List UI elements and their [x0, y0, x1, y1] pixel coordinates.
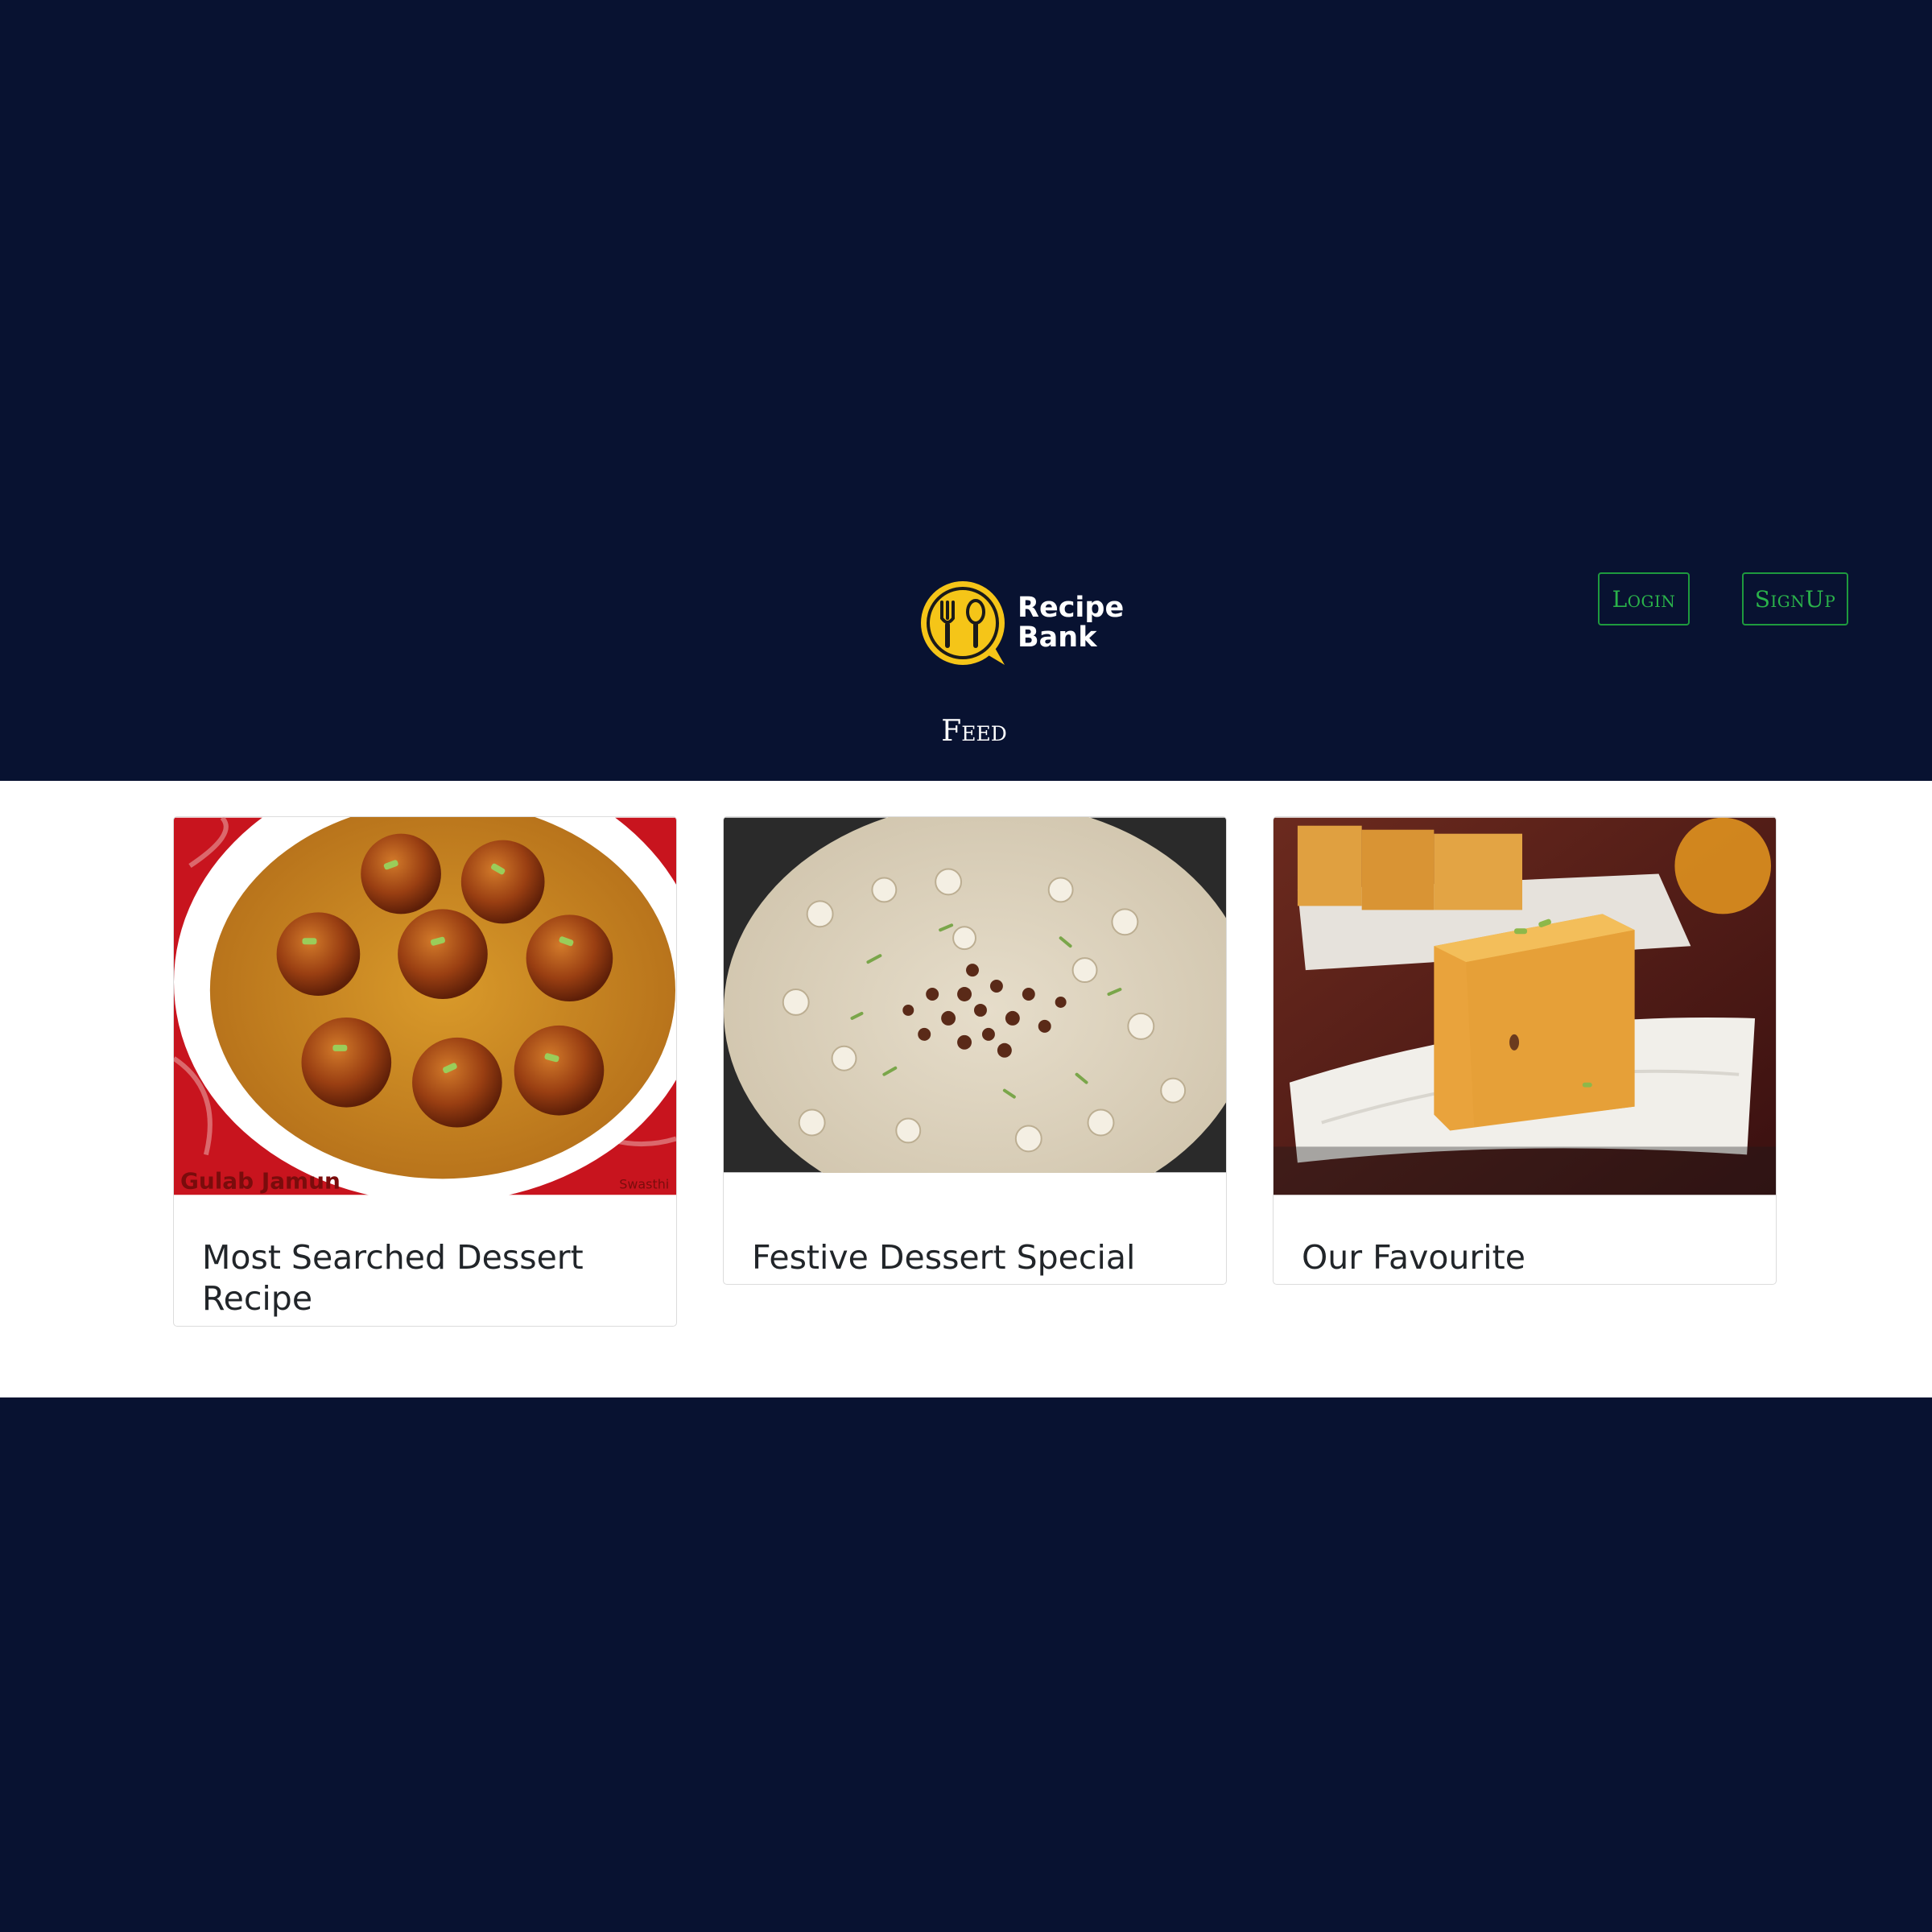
nav-feed-link[interactable]: Feed [926, 715, 1022, 748]
recipe-card[interactable]: Our Favourite [1273, 816, 1777, 1285]
image-watermark: Swasthi [619, 1176, 669, 1191]
fork-spoon-logo-icon [921, 581, 1005, 665]
site-logo[interactable]: Recipe Bank [918, 576, 1127, 670]
logo-line-1: Recipe [1018, 592, 1125, 624]
feed-content: Gulab Jamun Swasthi Most Searched Desser… [0, 781, 1932, 1397]
card-title[interactable]: Most Searched Dessert Recipe [202, 1237, 652, 1319]
logo-line-2: Bank [1018, 621, 1097, 654]
recipe-card[interactable]: Festive Dessert Special [723, 816, 1227, 1285]
mysore-pak-image[interactable] [1274, 817, 1776, 1195]
card-title[interactable]: Our Favourite [1302, 1237, 1752, 1278]
image-caption: Gulab Jamun [180, 1167, 341, 1194]
signup-button[interactable]: SignUp [1742, 572, 1848, 625]
logo-text: Recipe Bank [1018, 593, 1124, 653]
login-button[interactable]: Login [1598, 572, 1690, 625]
recipe-card[interactable]: Gulab Jamun Swasthi Most Searched Desser… [173, 816, 677, 1327]
card-title[interactable]: Festive Dessert Special [752, 1237, 1202, 1278]
makhana-kheer-image[interactable] [724, 817, 1226, 1173]
site-header: Recipe Bank Login SignUp Feed [0, 0, 1932, 781]
gulab-jamun-image[interactable]: Gulab Jamun Swasthi [174, 817, 676, 1195]
